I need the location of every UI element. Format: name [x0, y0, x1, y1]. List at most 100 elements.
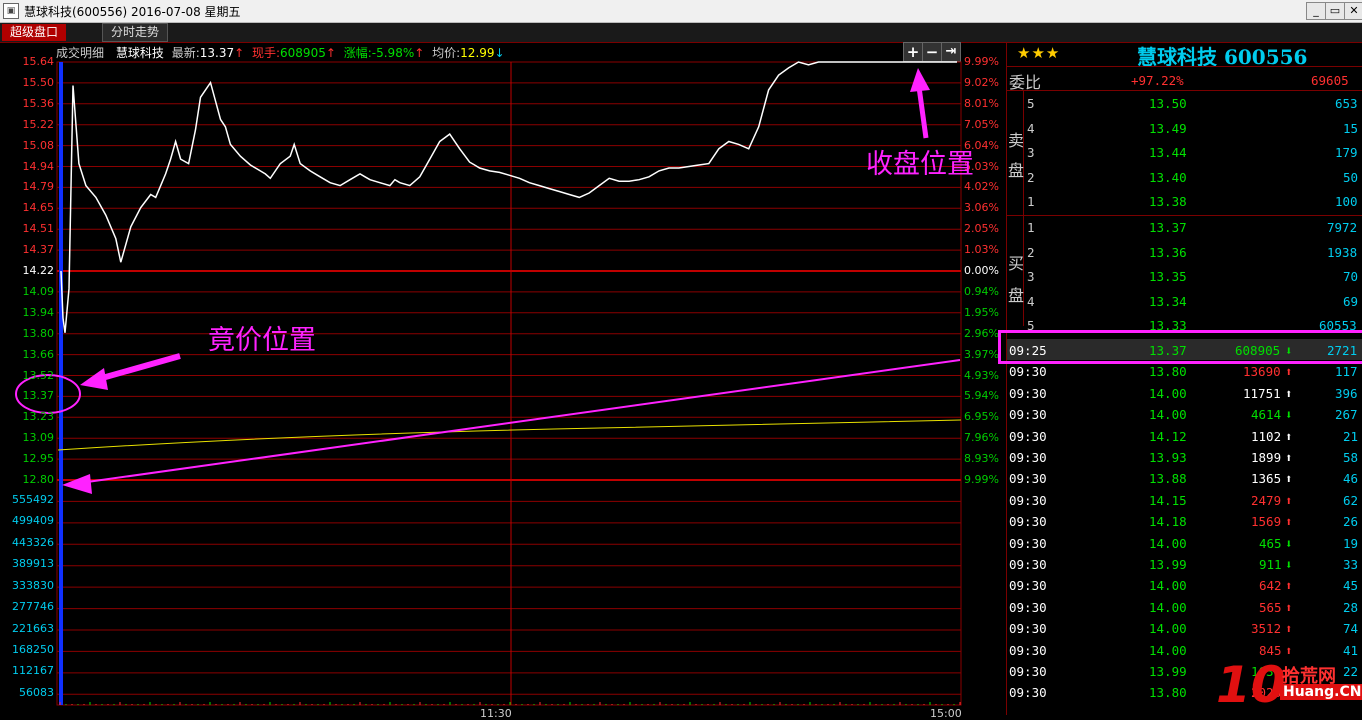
- tick-row[interactable]: 09:30 14.18 1569 ⬆ 26: [1007, 510, 1362, 531]
- price-tick: 15.64: [22, 55, 55, 68]
- tick-row[interactable]: 09:30 14.00 565 ⬆ 28: [1007, 596, 1362, 617]
- buy-volume: 70: [1343, 269, 1359, 284]
- tick-volume: 1365: [1251, 471, 1282, 487]
- tick-count: 28: [1343, 599, 1359, 615]
- average-price-line: [57, 419, 962, 451]
- buy-level: 2: [1027, 244, 1035, 260]
- price-tick: 15.36: [22, 96, 55, 110]
- price-tick: 14.22: [22, 264, 55, 277]
- volume-tick: 56083: [19, 685, 54, 699]
- chart-svg: [15, 61, 962, 706]
- tab-intraday[interactable]: 分时走势: [102, 23, 169, 42]
- price-tick: 13.09: [22, 431, 55, 445]
- pct-tick: 0.94%: [964, 284, 999, 298]
- tick-count: 19: [1343, 535, 1359, 551]
- auction-highlight-box: [998, 330, 1362, 364]
- tick-row[interactable]: 09:30 13.93 1899 ⬆ 58: [1007, 446, 1362, 467]
- down-arrow-icon: ⬇: [1285, 407, 1293, 423]
- pct-tick: 5.94%: [964, 389, 999, 403]
- volume-tick: 168250: [12, 643, 54, 656]
- buy-volume: 7972: [1327, 220, 1358, 235]
- tick-price: 14.18: [1149, 514, 1187, 530]
- tick-row[interactable]: 09:30 14.00 845 ⬆ 41: [1007, 639, 1362, 660]
- price-tick: 13.37: [22, 389, 55, 403]
- tick-row[interactable]: 09:30 13.88 1365 ⬆ 46: [1007, 467, 1362, 488]
- tick-count: 26: [1343, 514, 1359, 530]
- pct-tick: 3.97%: [964, 347, 999, 361]
- tick-price: 13.99: [1149, 664, 1187, 679]
- tick-time: 09:30: [1009, 535, 1047, 551]
- buy-price: 13.37: [1149, 220, 1187, 235]
- tick-row[interactable]: 09:30 13.99 911 ⬇ 33: [1007, 553, 1362, 574]
- tick-row[interactable]: 09:30 14.00 11751 ⬆ 396: [1007, 382, 1362, 403]
- tick-row[interactable]: 09:30 14.00 3512 ⬆ 74: [1007, 617, 1362, 638]
- price-tick: 13.23: [22, 410, 55, 424]
- watermark-en: Huang.CN: [1280, 684, 1362, 700]
- price-tick: 14.94: [22, 159, 55, 173]
- sell-volume: 100: [1335, 194, 1358, 209]
- tick-volume: 3512: [1251, 621, 1282, 637]
- sell-price: 13.38: [1149, 194, 1187, 209]
- minimize-button[interactable]: _: [1306, 2, 1326, 20]
- tick-time: 09:30: [1009, 642, 1047, 658]
- tick-count: 41: [1343, 642, 1359, 658]
- tick-price: 14.15: [1149, 492, 1187, 508]
- pct-tick: 2.05%: [964, 222, 999, 236]
- tick-time: 09:30: [1009, 599, 1047, 615]
- maximize-button[interactable]: ▭: [1325, 2, 1345, 20]
- pct-tick: 2.96%: [964, 326, 999, 340]
- price-tick: 15.22: [22, 117, 55, 131]
- weibi-value: +97.22%: [1131, 73, 1184, 88]
- sell-level: 2: [1027, 169, 1035, 185]
- quote-panel: ★★★ 慧球科技 600556 委比 +97.22% 69605 卖 盘 买 盘…: [998, 42, 1362, 715]
- close-button[interactable]: ✕: [1344, 2, 1362, 20]
- price-tick: 14.37: [22, 243, 55, 257]
- pct-tick: 9.99%: [964, 473, 999, 486]
- price-tick: 14.09: [22, 284, 55, 298]
- sell-price: 13.44: [1149, 145, 1187, 160]
- buy-level: 4: [1027, 293, 1035, 309]
- tick-time: 09:30: [1009, 407, 1047, 423]
- tick-price: 13.93: [1149, 450, 1187, 465]
- tab-super-quote[interactable]: 超级盘口: [2, 24, 67, 41]
- pct-tick: 7.96%: [964, 431, 999, 445]
- rating-stars: ★★★: [1017, 44, 1061, 62]
- tick-row[interactable]: 09:30 14.00 465 ⬇ 19: [1007, 532, 1362, 553]
- tick-count: 62: [1343, 492, 1359, 508]
- sell-volume: 15: [1343, 120, 1359, 136]
- price-tick: 14.51: [22, 222, 55, 236]
- auction-annotation: 竟价位置: [208, 325, 316, 356]
- tick-row[interactable]: 09:30 14.00 642 ⬆ 45: [1007, 574, 1362, 595]
- intraday-chart: 成交明细 慧球科技 最新:13.37↑ 现手:608905↑ 涨幅:-5.98%…: [0, 42, 1005, 720]
- sell-volume: 653: [1335, 96, 1358, 111]
- tick-row[interactable]: 09:30 14.12 1102 ⬆ 21: [1007, 425, 1362, 446]
- tick-time: 09:30: [1009, 492, 1047, 508]
- tick-price: 13.80: [1149, 364, 1187, 380]
- up-arrow-icon: ⬆: [1285, 492, 1293, 508]
- auction-arrow-head: [62, 474, 92, 494]
- up-arrow-icon: ⬆: [1285, 599, 1293, 615]
- tick-volume: 2479: [1251, 492, 1282, 508]
- volume-tick: 333830: [12, 578, 54, 592]
- tick-time: 09:30: [1009, 514, 1047, 530]
- tick-time: 09:30: [1009, 578, 1047, 594]
- tick-row[interactable]: 09:30 14.15 2479 ⬆ 62: [1007, 489, 1362, 510]
- tick-volume: 1569: [1251, 514, 1282, 530]
- tick-row[interactable]: 09:30 14.00 4614 ⬇ 267: [1007, 403, 1362, 424]
- price-tick: 14.79: [22, 180, 55, 194]
- tick-price: 14.00: [1149, 385, 1187, 401]
- price-tick: 13.66: [22, 347, 55, 361]
- volume-tick: 389913: [12, 557, 54, 571]
- price-tick: 12.95: [22, 452, 55, 466]
- up-arrow-icon: ⬆: [1285, 428, 1293, 444]
- close-annotation: 收盘位置: [866, 149, 974, 180]
- pct-tick: 9.99%: [964, 55, 999, 68]
- tick-volume: 642: [1259, 578, 1282, 594]
- buy-label: 买: [1008, 254, 1025, 273]
- sell-level: 5: [1027, 96, 1035, 111]
- sell-price: 13.49: [1149, 120, 1187, 136]
- sell-level: 4: [1027, 120, 1035, 136]
- window-title: 慧球科技(600556) 2016-07-08 星期五: [24, 5, 241, 19]
- tick-volume: 465: [1259, 535, 1282, 551]
- price-tick: 13.94: [22, 305, 55, 319]
